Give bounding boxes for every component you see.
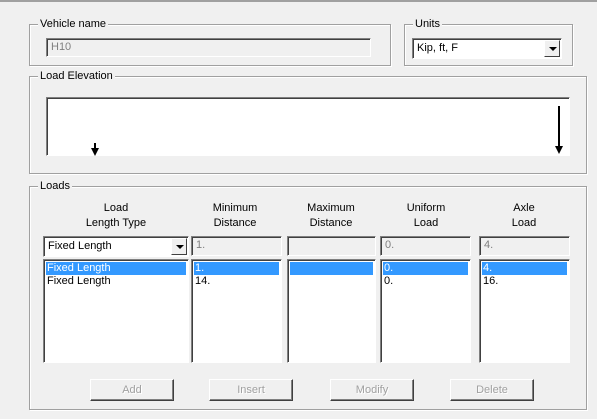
units-title: Units: [413, 17, 443, 31]
chevron-down-icon[interactable]: [544, 40, 560, 57]
chevron-down-icon[interactable]: [171, 238, 187, 255]
header-length-type: Load Length Type: [43, 201, 189, 231]
list-item[interactable]: 0.: [383, 275, 468, 288]
min-distance-value: 1.: [196, 239, 206, 251]
loads-title: Loads: [38, 179, 72, 193]
max-distance-field[interactable]: [287, 236, 376, 256]
header-min-distance-line2: Distance: [213, 217, 257, 229]
header-max-distance-line2: Distance: [309, 217, 353, 229]
list-item[interactable]: 14.: [194, 275, 279, 288]
header-length-type-line2: Length Type: [85, 217, 147, 229]
list-item[interactable]: 1.: [194, 262, 279, 275]
vehicle-name-field[interactable]: H10: [46, 38, 371, 57]
header-uniform-load: Uniform Load: [380, 201, 472, 231]
vehicle-name-group: Vehicle name H10: [29, 17, 391, 66]
vehicle-name-title: Vehicle name: [38, 17, 109, 31]
header-max-distance-line1: Maximum: [307, 202, 355, 214]
axle-load-field[interactable]: 4.: [479, 236, 570, 256]
header-max-distance: Maximum Distance: [286, 201, 376, 231]
list-item[interactable]: [290, 262, 373, 275]
load-elevation-group: Load Elevation: [29, 69, 587, 174]
list-item[interactable]: 4.: [482, 262, 567, 275]
top-divider: [0, 0, 597, 2]
list-item[interactable]: Fixed Length: [46, 262, 186, 275]
min-distance-field[interactable]: 1.: [191, 236, 282, 256]
header-uniform-load-line2: Load: [413, 217, 439, 229]
uniform-load-value: 0.: [385, 239, 395, 251]
uniform-load-field[interactable]: 0.: [380, 236, 471, 256]
length-type-selected-value: Fixed Length: [48, 240, 112, 252]
list-item[interactable]: 16.: [482, 275, 567, 288]
insert-button[interactable]: Insert: [209, 379, 293, 401]
max-distance-list[interactable]: [287, 259, 376, 363]
list-item[interactable]: 0.: [383, 262, 468, 275]
header-uniform-load-line1: Uniform: [406, 202, 446, 214]
list-item[interactable]: [290, 275, 373, 288]
list-item[interactable]: Fixed Length: [46, 275, 186, 288]
load-elevation-canvas: [46, 97, 570, 156]
header-length-type-line1: Load: [103, 202, 129, 214]
length-type-select[interactable]: Fixed Length: [43, 236, 189, 257]
vehicle-name-value: H10: [51, 41, 72, 53]
units-selected-value: Kip, ft, F: [417, 42, 458, 54]
units-select[interactable]: Kip, ft, F: [412, 38, 562, 59]
axle-load-list[interactable]: 4. 16.: [479, 259, 570, 363]
min-distance-list[interactable]: 1. 14.: [191, 259, 282, 363]
modify-button[interactable]: Modify: [330, 379, 414, 401]
header-min-distance-line1: Minimum: [212, 202, 258, 214]
axle-load-value: 4.: [484, 239, 494, 251]
delete-button[interactable]: Delete: [450, 379, 534, 401]
length-type-list[interactable]: Fixed Length Fixed Length: [43, 259, 189, 363]
add-button[interactable]: Add: [90, 379, 174, 401]
header-axle-load: Axle Load: [478, 201, 570, 231]
uniform-load-list[interactable]: 0. 0.: [380, 259, 471, 363]
header-min-distance: Minimum Distance: [190, 201, 280, 231]
units-group: Units Kip, ft, F: [404, 17, 573, 66]
load-elevation-title: Load Elevation: [38, 69, 115, 83]
header-axle-load-line2: Load: [511, 217, 537, 229]
header-axle-load-line1: Axle: [513, 202, 535, 214]
loads-group: Loads Load Length Type Minimum Distance …: [29, 179, 587, 410]
